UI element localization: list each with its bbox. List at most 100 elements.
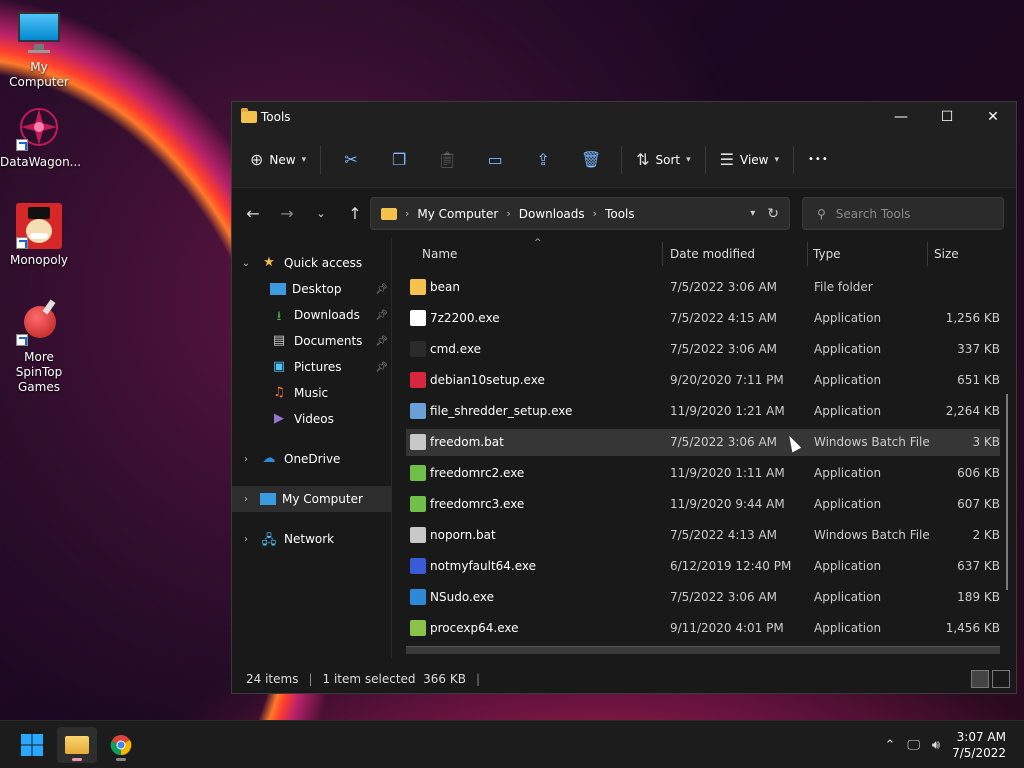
system-tray: ⌃ 🖵︎ 🔊︎ 3:07 AM 7/5/2022: [884, 721, 1024, 768]
chevron-down-icon: ▾: [686, 154, 691, 165]
refresh-icon[interactable]: ↻: [767, 206, 779, 222]
breadcrumb-tools[interactable]: Tools: [605, 207, 635, 221]
sidebar-item-music[interactable]: ♫ Music: [232, 380, 392, 406]
desktop-icon-monopoly[interactable]: Monopoly: [0, 203, 78, 268]
table-row[interactable]: notmyfault64.exe 6/12/2019 12:40 PM Applic…: [406, 553, 1000, 580]
search-input[interactable]: [835, 206, 986, 221]
file-name: cmd.exe: [430, 342, 482, 356]
desktop-icon-datawagon[interactable]: DataWagon...: [0, 105, 81, 170]
file-name: bean: [430, 280, 460, 294]
file-type-icon: [410, 434, 426, 450]
details-view-icon[interactable]: [971, 670, 989, 688]
file-name: freedomrc2.exe: [430, 466, 525, 480]
file-size: 1,456 KB: [945, 621, 1000, 635]
rename-icon: ▭: [487, 150, 503, 169]
cloud-icon: ☁: [262, 451, 276, 466]
volume-icon[interactable]: 🔊︎: [932, 738, 940, 753]
clock[interactable]: 3:07 AM 7/5/2022: [952, 729, 1006, 761]
maximize-button[interactable]: ☐: [924, 102, 970, 132]
file-type-icon: [410, 589, 426, 605]
rename-button[interactable]: ▭: [471, 143, 519, 177]
table-row[interactable]: bean 7/5/2022 3:06 AM File folder: [406, 274, 1000, 301]
new-label: New: [269, 152, 296, 167]
network-status-icon[interactable]: 🖵︎: [907, 738, 920, 753]
sidebar-item-onedrive[interactable]: › ☁ OneDrive: [232, 446, 392, 472]
sidebar-item-network[interactable]: › 🖧︎ Network: [232, 526, 392, 552]
file-type: Application: [814, 590, 882, 604]
search-box[interactable]: ⚲: [802, 197, 1004, 230]
large-icons-view-icon[interactable]: [992, 670, 1010, 688]
sidebar-item-pictures[interactable]: ▣ Pictures 📌︎: [232, 354, 392, 380]
title-bar[interactable]: Tools — ☐ ✕: [232, 102, 1016, 132]
table-row[interactable]: cmd.exe 7/5/2022 3:06 AM Application 337 KB: [406, 336, 1000, 363]
paste-button[interactable]: 📋︎: [423, 143, 471, 177]
search-icon: ⚲: [817, 206, 826, 221]
more-options-button[interactable]: •••: [800, 143, 837, 177]
vertical-scrollbar[interactable]: [1006, 394, 1008, 590]
table-row[interactable]: procexp64.exe 9/11/2020 4:01 PM Applicatio…: [406, 615, 1000, 642]
column-header-type[interactable]: Type: [813, 247, 841, 261]
sidebar-item-downloads[interactable]: ⭳ Downloads 📌︎: [232, 302, 392, 328]
sort-button[interactable]: ⇅ Sort ▾: [628, 143, 699, 177]
taskbar-chrome[interactable]: [101, 727, 141, 763]
desktop-icon-spintop[interactable]: More SpinTop Games: [0, 299, 78, 395]
table-row[interactable]: freedomrc3.exe 11/9/2020 9:44 AM Applicati…: [406, 491, 1000, 518]
column-divider[interactable]: [807, 242, 808, 266]
shortcut-arrow-icon: [16, 139, 28, 151]
file-type-icon: [410, 310, 426, 326]
file-type: Application: [814, 466, 882, 480]
back-arrow-icon[interactable]: ←: [236, 204, 270, 223]
file-date: 7/5/2022 3:06 AM: [670, 342, 778, 356]
minimize-button[interactable]: —: [878, 102, 924, 132]
column-divider[interactable]: [662, 242, 663, 266]
star-icon: ★: [263, 255, 275, 270]
file-name: freedomrc3.exe: [430, 497, 525, 511]
sidebar-item-my-computer[interactable]: › My Computer: [232, 486, 392, 512]
delete-button[interactable]: 🗑︎: [567, 143, 615, 177]
desktop-icon-label: My Computer: [9, 60, 69, 89]
column-divider[interactable]: [927, 242, 928, 266]
file-type-icon: [410, 465, 426, 481]
recent-chevron-icon[interactable]: ⌄: [304, 207, 338, 220]
address-history-chevron-icon[interactable]: ▾: [750, 208, 755, 219]
sidebar-item-documents[interactable]: ▤ Documents 📌︎: [232, 328, 392, 354]
chevron-up-icon[interactable]: ⌃: [884, 738, 895, 753]
table-row[interactable]: 7z2200.exe 7/5/2022 4:15 AM Application 1,2…: [406, 305, 1000, 332]
forward-arrow-icon[interactable]: →: [270, 204, 304, 223]
file-explorer-window: Tools — ☐ ✕ ⊕ New ▾ ✂ ❐ 📋︎ ▭ ⇪ 🗑︎ ⇅ Sort…: [231, 101, 1017, 694]
column-header-date[interactable]: Date modified: [670, 247, 755, 261]
chevron-down-icon: ⌄: [241, 257, 251, 269]
cut-button[interactable]: ✂: [327, 143, 375, 177]
column-header-size[interactable]: Size: [934, 247, 959, 261]
table-row[interactable]: NSudo.exe 7/5/2022 3:06 AM Application 189 …: [406, 584, 1000, 611]
sidebar-item-videos[interactable]: ▶ Videos: [232, 406, 392, 432]
horizontal-scrollbar[interactable]: [406, 646, 1000, 654]
table-row[interactable]: debian10setup.exe 9/20/2020 7:11 PM Applic…: [406, 367, 1000, 394]
share-button[interactable]: ⇪: [519, 143, 567, 177]
breadcrumb-my-computer[interactable]: My Computer: [417, 207, 498, 221]
table-row[interactable]: freedomrc2.exe 11/9/2020 1:11 AM Applicati…: [406, 460, 1000, 487]
sidebar-item-desktop[interactable]: Desktop 📌︎: [232, 276, 392, 302]
view-list-icon: ☰: [719, 150, 735, 169]
up-arrow-icon[interactable]: ↑: [338, 204, 372, 223]
table-row[interactable]: freedom.bat 7/5/2022 3:06 AM Windows Batch…: [406, 429, 1000, 456]
address-bar[interactable]: › My Computer › Downloads › Tools ▾ ↻: [370, 197, 790, 230]
file-type-icon: [410, 527, 426, 543]
desktop-icon-my-computer[interactable]: My Computer: [0, 10, 78, 90]
copy-button[interactable]: ❐: [375, 143, 423, 177]
taskbar-file-explorer[interactable]: [57, 727, 97, 763]
sidebar-item-label: Network: [284, 532, 335, 546]
view-button[interactable]: ☰ View ▾: [712, 143, 787, 177]
sidebar-item-quick-access[interactable]: ⌄ ★ Quick access: [232, 250, 392, 276]
file-size: 607 KB: [957, 497, 1000, 511]
file-date: 7/5/2022 3:06 AM: [670, 590, 778, 604]
column-header-name[interactable]: Name: [422, 247, 457, 261]
start-button[interactable]: [12, 727, 52, 763]
close-button[interactable]: ✕: [970, 102, 1016, 132]
table-row[interactable]: file_shredder_setup.exe 11/9/2020 1:21 AM…: [406, 398, 1000, 425]
file-name: procexp64.exe: [430, 621, 519, 635]
new-button[interactable]: ⊕ New ▾: [242, 143, 314, 177]
file-name: 7z2200.exe: [430, 311, 500, 325]
table-row[interactable]: noporn.bat 7/5/2022 4:13 AM Windows Batch …: [406, 522, 1000, 549]
breadcrumb-downloads[interactable]: Downloads: [519, 207, 585, 221]
